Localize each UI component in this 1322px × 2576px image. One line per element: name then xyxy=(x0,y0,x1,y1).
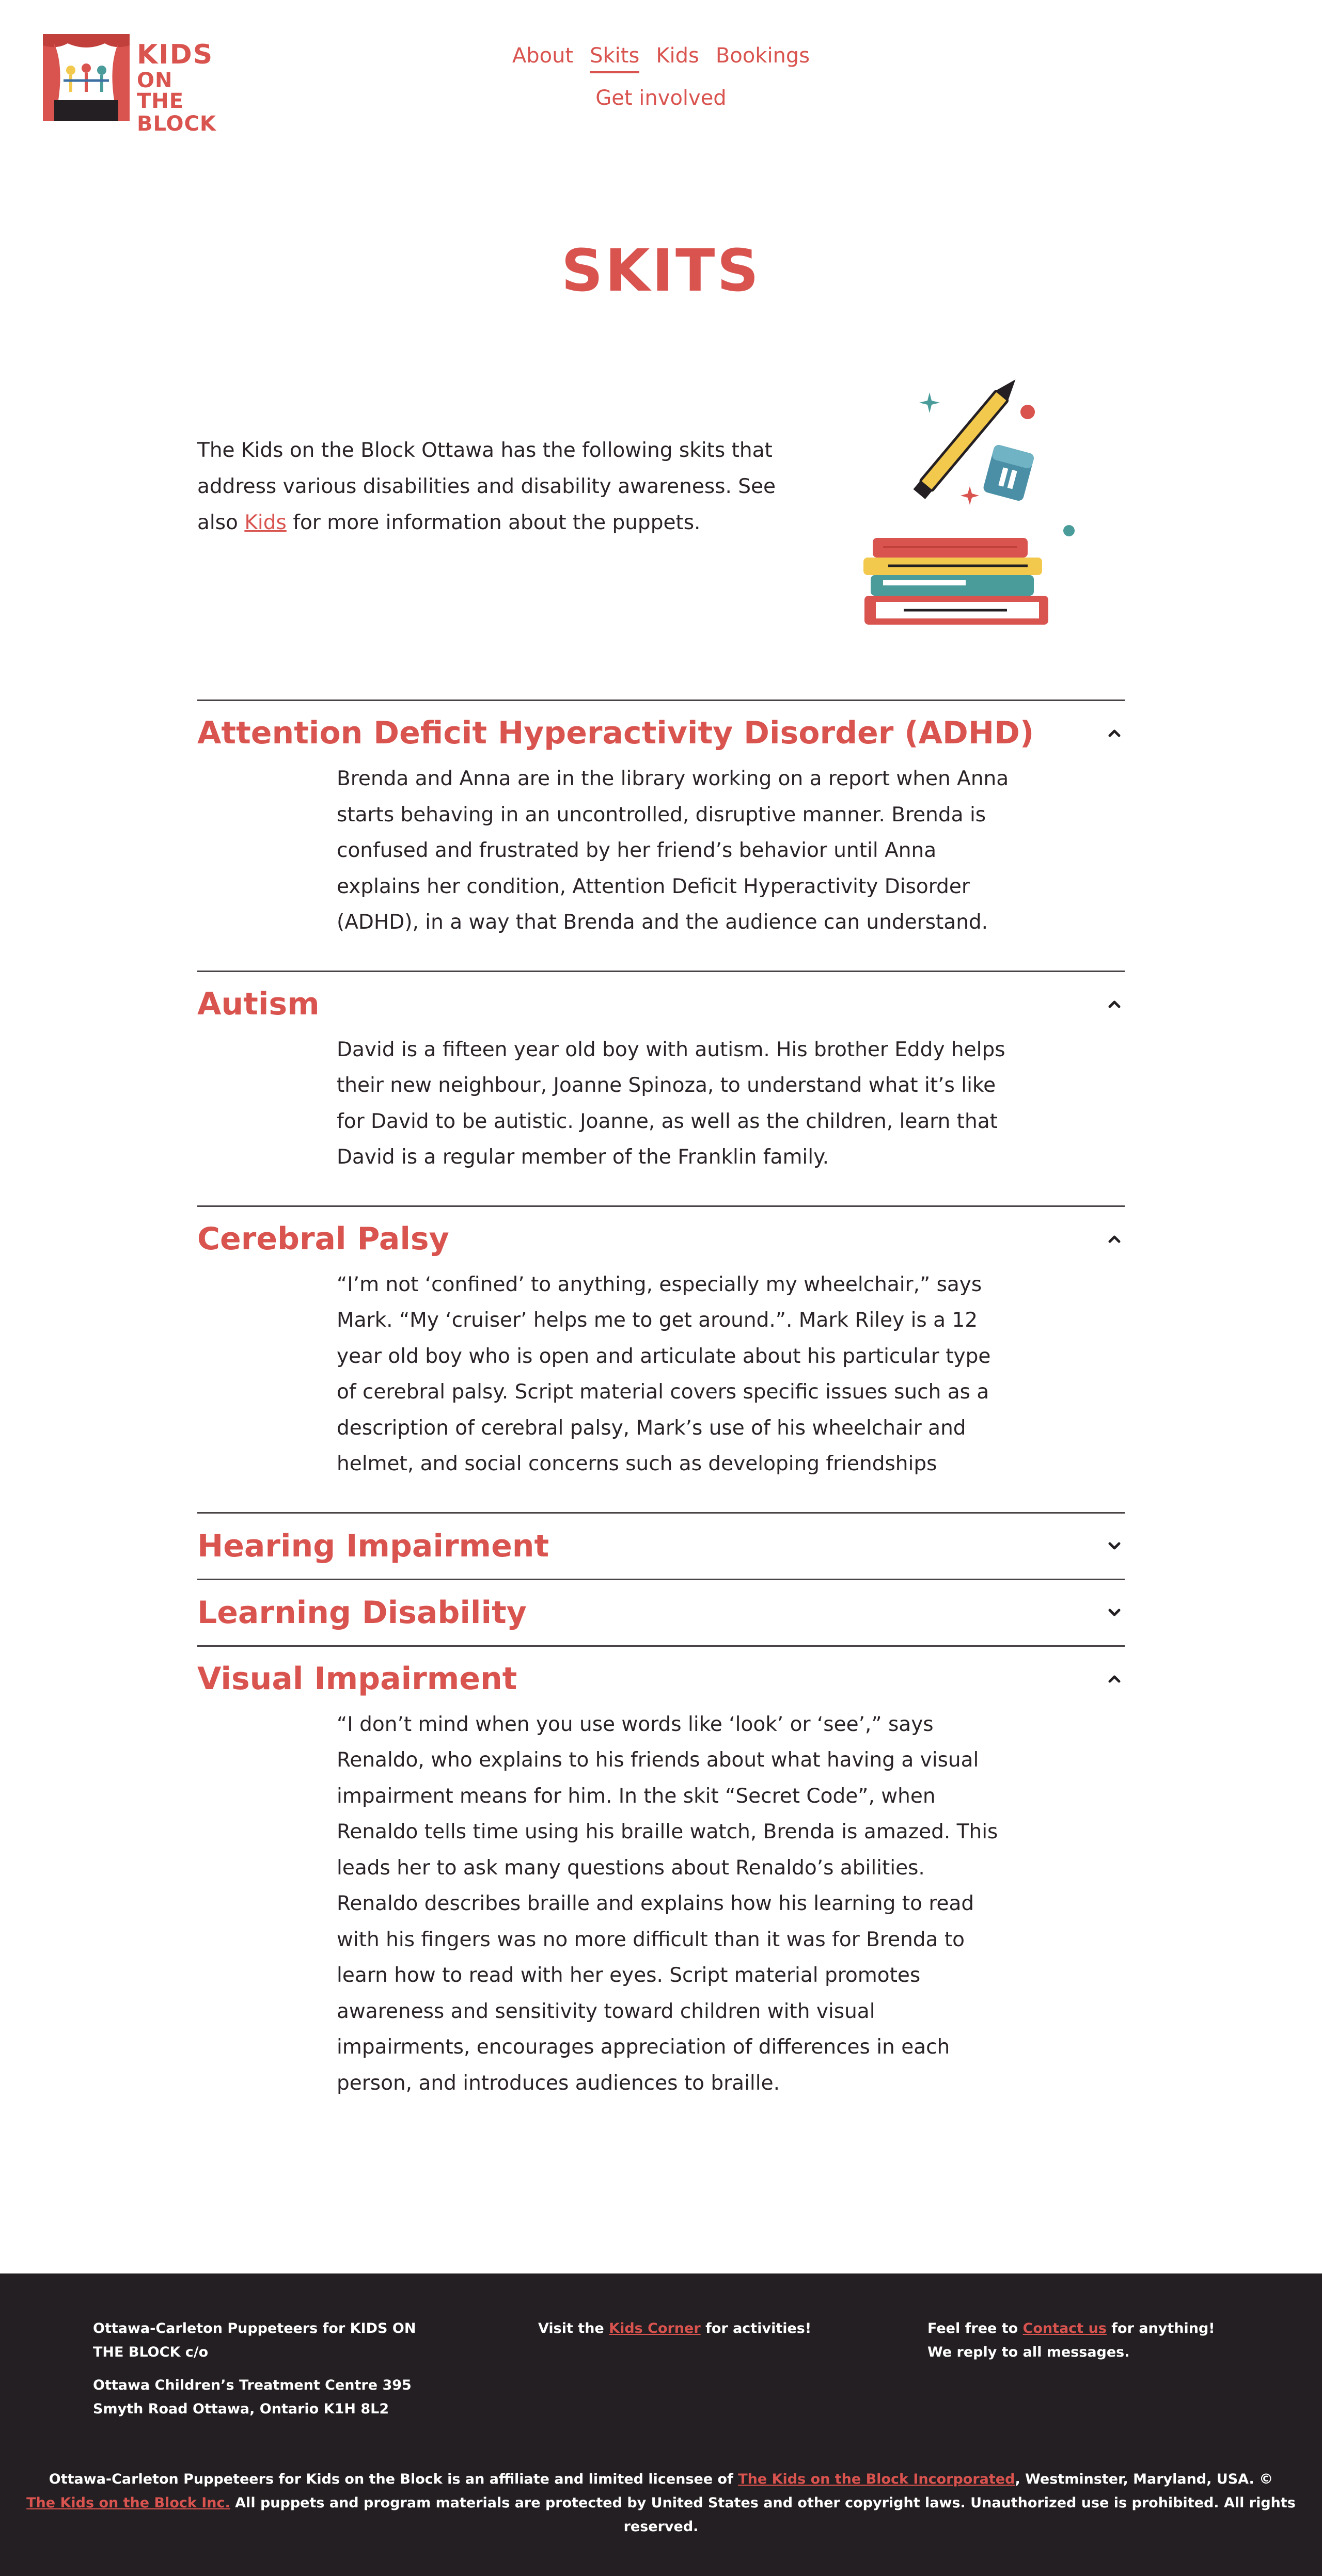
skit-header-visual-impairment[interactable]: Visual Impairment xyxy=(197,1647,1125,1711)
footer-contact-before: Feel free to xyxy=(927,2320,1023,2336)
dot-icon xyxy=(1063,525,1075,536)
skit-description: “I’m not ‘confined’ to anything, especia… xyxy=(337,1273,991,1476)
chevron-up-icon[interactable] xyxy=(1104,1229,1125,1249)
skit-title: Attention Deficit Hyperactivity Disorder… xyxy=(197,715,1034,751)
copyright-part-3: All puppets and program materials are pr… xyxy=(230,2495,1296,2535)
skit-autism: Autism David is a fifteen year old boy w… xyxy=(197,970,1125,1205)
site-footer: Ottawa-Carleton Puppeteers for KIDS ON T… xyxy=(0,2273,1322,2576)
skit-visual-impairment: Visual Impairment “I don’t mind when you… xyxy=(197,1645,1125,2132)
dot-icon xyxy=(1020,405,1035,419)
copyright-part-1: Ottawa-Carleton Puppeteers for Kids on t… xyxy=(49,2471,738,2487)
chevron-up-icon[interactable] xyxy=(1104,994,1125,1014)
skit-header-cerebral-palsy[interactable]: Cerebral Palsy xyxy=(197,1207,1125,1271)
nav-item-about[interactable]: About xyxy=(512,42,573,73)
skits-accordion: Attention Deficit Hyperactivity Disorder… xyxy=(197,699,1125,2131)
skit-title: Cerebral Palsy xyxy=(197,1220,449,1257)
skit-learning-disability: Learning Disability xyxy=(197,1578,1125,1645)
chevron-down-icon[interactable] xyxy=(1104,1536,1125,1556)
site-header: KIDS ON THE BLOCK About Skits Kids Booki… xyxy=(0,0,1322,155)
skit-header-hearing-impairment[interactable]: Hearing Impairment xyxy=(197,1514,1125,1579)
footer-kids-corner-after: for activities! xyxy=(700,2320,812,2336)
nav-item-kids[interactable]: Kids xyxy=(656,42,699,73)
books-pencil-illustration xyxy=(863,379,1075,625)
skit-title: Learning Disability xyxy=(197,1594,527,1631)
kotb-incorporated-link[interactable]: The Kids on the Block Incorporated xyxy=(738,2471,1015,2487)
footer-address-line: Ottawa Children’s Treatment Centre 395 S… xyxy=(93,2377,412,2417)
nav-row-1: About Skits Kids Bookings xyxy=(485,42,837,73)
footer-kids-corner: Visit the Kids Corner for activities! xyxy=(538,2317,848,2341)
skit-hearing-impairment: Hearing Impairment xyxy=(197,1512,1125,1579)
nav-item-skits[interactable]: Skits xyxy=(590,42,640,73)
logo-line-1: KIDS xyxy=(137,39,214,70)
skit-description: “I don’t mind when you use words like ‘l… xyxy=(337,1712,998,2095)
skit-cerebral-palsy: Cerebral Palsy “I’m not ‘confined’ to an… xyxy=(197,1205,1125,1512)
books-stack-icon xyxy=(863,538,1048,625)
sparkle-icon xyxy=(919,392,940,413)
footer-contact: Feel free to Contact us for anything! We… xyxy=(927,2317,1237,2364)
skit-title: Autism xyxy=(197,985,320,1022)
skit-header-autism[interactable]: Autism xyxy=(197,972,1125,1036)
nav-item-get-involved[interactable]: Get involved xyxy=(595,85,726,114)
sharpener-icon xyxy=(983,444,1034,501)
intro-text: The Kids on the Block Ottawa has the fol… xyxy=(197,433,796,541)
skit-header-adhd[interactable]: Attention Deficit Hyperactivity Disorder… xyxy=(197,701,1125,765)
chevron-up-icon[interactable] xyxy=(1104,723,1125,743)
main-nav: About Skits Kids Bookings Get involved xyxy=(485,42,837,125)
skit-description: Brenda and Anna are in the library worki… xyxy=(337,767,1009,934)
logo-wordmark: KIDS ON THE BLOCK xyxy=(137,41,216,134)
skit-title: Hearing Impairment xyxy=(197,1528,549,1564)
contact-us-link[interactable]: Contact us xyxy=(1023,2320,1107,2336)
intro-text-after: for more information about the puppets. xyxy=(286,511,701,534)
skit-header-learning-disability[interactable]: Learning Disability xyxy=(197,1580,1125,1645)
sparkle-icon xyxy=(961,486,979,505)
footer-org-name: Ottawa-Carleton Puppeteers for KIDS ON T… xyxy=(93,2320,416,2360)
chevron-down-icon[interactable] xyxy=(1104,1602,1125,1623)
site-logo[interactable]: KIDS ON THE BLOCK xyxy=(43,34,216,134)
chevron-up-icon[interactable] xyxy=(1104,1668,1125,1689)
skit-description: David is a fifteen year old boy with aut… xyxy=(337,1038,1005,1169)
kotb-inc-link[interactable]: The Kids on the Block Inc. xyxy=(26,2495,230,2511)
footer-copyright: Ottawa-Carleton Puppeteers for Kids on t… xyxy=(0,2468,1322,2539)
logo-line-2: ON THE xyxy=(137,69,184,113)
skit-adhd: Attention Deficit Hyperactivity Disorder… xyxy=(197,699,1125,971)
skit-title: Visual Impairment xyxy=(197,1660,517,1697)
footer-kids-corner-before: Visit the xyxy=(538,2320,609,2336)
nav-item-bookings[interactable]: Bookings xyxy=(716,42,810,73)
logo-line-3: BLOCK xyxy=(137,112,216,136)
kids-link[interactable]: Kids xyxy=(244,511,287,534)
nav-row-2: Get involved xyxy=(485,85,837,114)
page-title: SKITS xyxy=(561,237,761,305)
kids-corner-link[interactable]: Kids Corner xyxy=(609,2320,701,2336)
footer-address: Ottawa-Carleton Puppeteers for KIDS ON T… xyxy=(93,2317,444,2430)
puppet-stage-logo-icon xyxy=(43,34,130,121)
copyright-part-2: , Westminster, Maryland, USA. © xyxy=(1015,2471,1273,2487)
